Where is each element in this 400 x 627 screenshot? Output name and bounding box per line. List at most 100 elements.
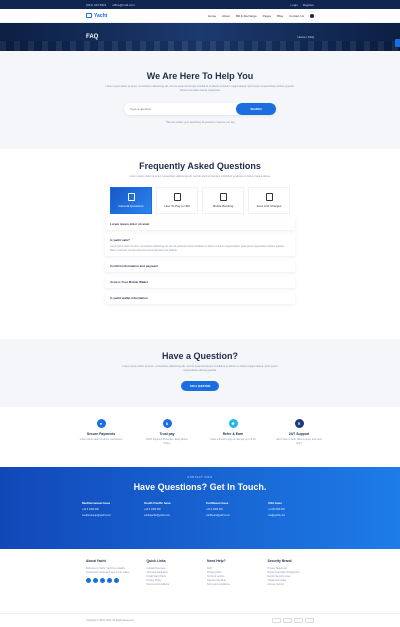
footer-quick-links: Quick Links Contact Overview Jobs and Va… [147,559,194,599]
footer-heading: Security Brand [267,559,292,563]
faq-question: Lorem ipsum dolor sit amet [110,222,150,226]
faq-item[interactable]: Access Your Mobile Wallet [105,276,295,289]
feature-desc: Invite a friend to sign up and get up to… [210,438,256,441]
help-section: We Are Here To Help You Lorem ipsum dolo… [0,51,400,149]
feature-support: ✕ 24/7 Support We're here to help. Have … [275,419,323,467]
instagram-icon[interactable] [107,578,112,583]
branch-phone[interactable]: +1 000 000 000 [268,508,318,511]
faq-question: Confirm information and payment [110,264,159,269]
gift-icon: ❖ [228,419,238,428]
linkedin-icon[interactable] [100,578,105,583]
branch-name: Caribbean base [206,501,229,505]
nav-item-pages[interactable]: Pages [263,14,272,18]
breadcrumb-home[interactable]: Home [297,35,305,39]
breadcrumb: Home / FAQ [297,35,314,39]
faq-item[interactable]: Confirm information and payment [105,260,295,273]
search-note: *We can collect your searching keywords … [165,121,235,124]
feature-trust-pay: $ Trust pay 100% Payment Protection. Eas… [143,419,191,467]
mobile-icon [219,193,227,201]
tab-label: General Questions [118,204,144,208]
search-bar: SEARCH [124,103,276,115]
contact-kicker: CONTACT INFO [187,476,213,479]
faq-categories: General Questions How To Pay (or Bill Mo… [0,187,400,214]
branch-email[interactable]: usa@yacht.com [268,514,318,517]
branch-list: Mediterranean base +44 0 1000 000 medite… [0,501,400,517]
branch-name: USA base [268,501,282,505]
tab-fees-charges[interactable]: Fees And Charges [248,187,290,214]
feature-refer-earn: ❖ Refer & Earn Invite a friend to sign u… [209,419,257,467]
page-title: FAQ [86,34,99,40]
youtube-icon[interactable] [114,578,119,583]
faq-item[interactable]: Is yacht wallet information [105,292,295,305]
nav-item-contact[interactable]: Contact Us [289,14,304,18]
branch-item: USA base +1 000 000 000 usa@yacht.com [268,501,318,517]
login-link[interactable]: Login [290,3,297,7]
search-button[interactable]: SEARCH [236,103,276,115]
ask-question-button[interactable]: ASK A QUESTION [181,381,219,391]
user-icon[interactable] [310,13,314,18]
feature-title: Secure Payments [86,432,116,436]
nav-item-bill[interactable]: Bill & Recharge [236,14,257,18]
features-section: ● Secure Payments Lorem ipsum dolor sit … [0,407,400,467]
card-icon [305,618,314,623]
feature-desc: Lorem ipsum dolor sit amet, consectetur [79,438,123,441]
feature-title: Trust pay [159,432,175,436]
close-icon: ✕ [294,419,304,428]
footer-link[interactable]: Terms and conditions [207,583,254,587]
contact-section: CONTACT INFO Have Questions? Get In Touc… [0,467,400,549]
question-icon [127,193,135,201]
twitter-icon[interactable] [93,578,98,583]
faq-item[interactable]: Lorem ipsum dolor sit amet [105,218,295,230]
feature-secure-payments: ● Secure Payments Lorem ipsum dolor sit … [77,419,125,467]
faq-list: Lorem ipsum dolor sit amet Is yacht safe… [105,218,295,305]
branch-email[interactable]: mediterranean@yacht.com [82,514,132,517]
settings-tab-icon[interactable] [395,39,400,47]
tab-mobile-banking[interactable]: Mobile Banking [202,187,244,214]
footer-bottom: Copyright © 2019 Yacht. All Rights Reser… [0,613,400,627]
branch-phone[interactable]: +44 0 1000 000 [82,508,132,511]
faq-item[interactable]: Is yacht safe? Lorem ipsum dolor sit ame… [105,234,295,257]
help-desc: Lorem ipsum dolor sit amet, consectetur … [105,85,295,92]
page-banner: FAQ Home / FAQ [0,23,400,51]
footer-security: Security Brand Privacy Statement Report … [268,559,315,599]
branch-email[interactable]: caribbean@yacht.com [206,514,256,517]
footer-heading: Need Help? [207,559,226,563]
email-text: office@mail.com [112,2,135,7]
footer-link[interactable]: Access Control [268,583,315,587]
ask-section: Have a Question? Lorem ipsum dolor sit a… [0,339,400,407]
tab-label: How To Pay (or Bill [164,204,190,208]
facebook-icon[interactable] [86,578,91,583]
search-input[interactable] [130,107,236,111]
branch-phone[interactable]: +44 0 1000 000 [206,508,256,511]
logo-mark-icon [86,13,92,18]
help-title: We Are Here To Help You [146,71,254,81]
branch-email[interactable]: southpacific@yacht.com [144,514,194,517]
branch-name: Mediterranean base [82,501,111,505]
faq-section: Frequently Asked Questions Lorem ipsum d… [0,149,400,339]
feature-desc: 100% Payment Protection. Easy Return Pol… [145,438,189,445]
feature-desc: We're here to help. Have a query and nee… [276,438,322,445]
faq-question: Is yacht wallet information [110,296,148,301]
footer: About Yacht Welcome to Yacht. Yacht is a… [0,549,400,599]
nav-item-about[interactable]: About [222,14,230,18]
footer-link[interactable]: Terms and conditions [147,583,194,587]
logo[interactable]: Yacht [86,13,107,19]
contact-title: Have Questions? Get In Touch. [133,482,267,492]
paypal-icon [294,618,303,623]
footer-about-text: Welcome to Yacht. Yacht is a reliable, t… [86,567,130,574]
tab-general-questions[interactable]: General Questions [110,187,152,214]
phone-text: (021) 444 5821 [86,2,107,7]
nav-item-blog[interactable]: Blog [277,14,283,18]
ask-title: Have a Question? [161,351,239,361]
receipt-icon [265,193,273,201]
branch-phone[interactable]: +44 0 1000 000 [144,508,194,511]
tab-label: Fees And Charges [256,204,282,208]
nav-item-home[interactable]: Home [208,14,216,18]
footer-help: Need Help? FAQ Privacy policy Terms of s… [207,559,254,599]
branch-name: South Pacific base [144,501,171,505]
tab-how-to-pay[interactable]: How To Pay (or Bill [156,187,198,214]
register-link[interactable]: Register [303,3,314,7]
payment-methods [272,618,314,623]
lock-icon: ● [96,419,106,428]
footer-heading: About Yacht [86,559,106,563]
